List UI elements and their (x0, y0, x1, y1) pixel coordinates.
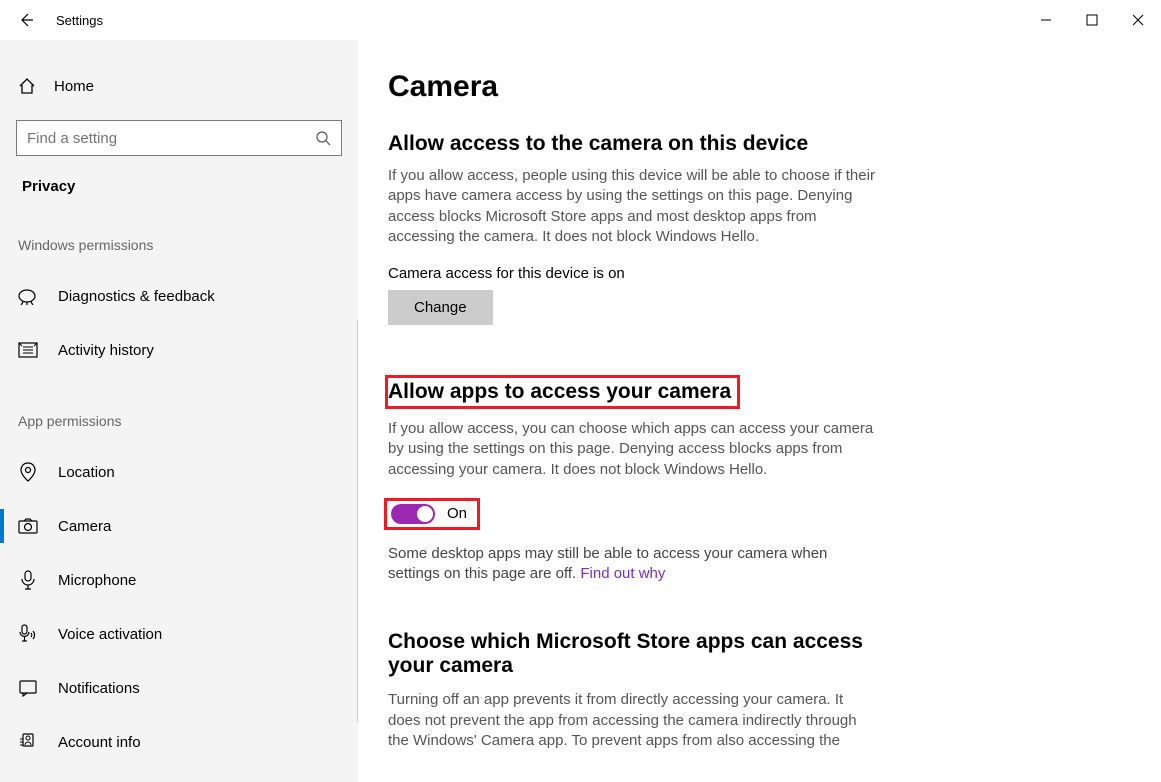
toggle-label: On (447, 505, 467, 522)
nav-home[interactable]: Home (0, 66, 358, 106)
account-icon (18, 732, 38, 752)
nav-label: Account info (58, 734, 141, 751)
find-out-why-link[interactable]: Find out why (580, 565, 665, 582)
history-icon (18, 340, 38, 360)
home-icon (18, 77, 36, 95)
section-heading-apps-access: Allow apps to access your camera (388, 380, 731, 403)
sidebar-scrollbar[interactable] (357, 320, 358, 722)
microphone-icon (18, 570, 38, 590)
page-title: Camera (388, 70, 1131, 104)
nav-notifications[interactable]: Notifications (0, 661, 358, 715)
nav-label: Notifications (58, 680, 140, 697)
nav-label: Microphone (58, 572, 136, 589)
sidebar: Home Privacy Windows permissions Diagnos… (0, 40, 358, 782)
highlight-box: On (384, 498, 480, 530)
nav-account-info[interactable]: Account info (0, 715, 358, 769)
section-desc: If you allow access, you can choose whic… (388, 419, 878, 480)
nav-label: Location (58, 464, 115, 481)
nav-label: Activity history (58, 342, 154, 359)
breadcrumb: Privacy (0, 178, 358, 195)
content: Camera Allow access to the camera on thi… (358, 40, 1161, 782)
nav-activity-history[interactable]: Activity history (0, 323, 358, 377)
minimize-button[interactable] (1023, 0, 1069, 40)
nav-diagnostics[interactable]: Diagnostics & feedback (0, 269, 358, 323)
search-box[interactable] (16, 120, 342, 156)
back-icon[interactable] (18, 12, 34, 28)
change-button[interactable]: Change (388, 290, 493, 325)
notification-icon (18, 678, 38, 698)
section-heading-device-access: Allow access to the camera on this devic… (388, 132, 1131, 156)
titlebar: Settings (0, 0, 1161, 40)
nav-label: Diagnostics & feedback (58, 288, 215, 305)
search-icon (315, 130, 331, 146)
nav-voice-activation[interactable]: Voice activation (0, 607, 358, 661)
apps-access-toggle[interactable] (391, 504, 435, 524)
nav-label: Camera (58, 518, 111, 535)
camera-access-status: Camera access for this device is on (388, 265, 1131, 282)
footnote: Some desktop apps may still be able to a… (388, 544, 878, 585)
section-windows-permissions: Windows permissions (0, 237, 358, 253)
nav-location[interactable]: Location (0, 445, 358, 499)
app-title: Settings (56, 13, 103, 28)
close-button[interactable] (1115, 0, 1161, 40)
nav-label: Voice activation (58, 626, 162, 643)
section-app-permissions: App permissions (0, 413, 358, 429)
highlight-box: Allow apps to access your camera (385, 375, 740, 409)
section-desc: If you allow access, people using this d… (388, 166, 878, 247)
voice-icon (18, 624, 38, 644)
maximize-button[interactable] (1069, 0, 1115, 40)
feedback-icon (18, 286, 38, 306)
search-input[interactable] (27, 130, 315, 147)
nav-camera[interactable]: Camera (0, 499, 358, 553)
nav-microphone[interactable]: Microphone (0, 553, 358, 607)
section-heading-store-apps: Choose which Microsoft Store apps can ac… (388, 630, 878, 678)
camera-icon (18, 516, 38, 536)
location-icon (18, 462, 38, 482)
section-desc: Turning off an app prevents it from dire… (388, 690, 878, 751)
nav-home-label: Home (54, 78, 94, 95)
